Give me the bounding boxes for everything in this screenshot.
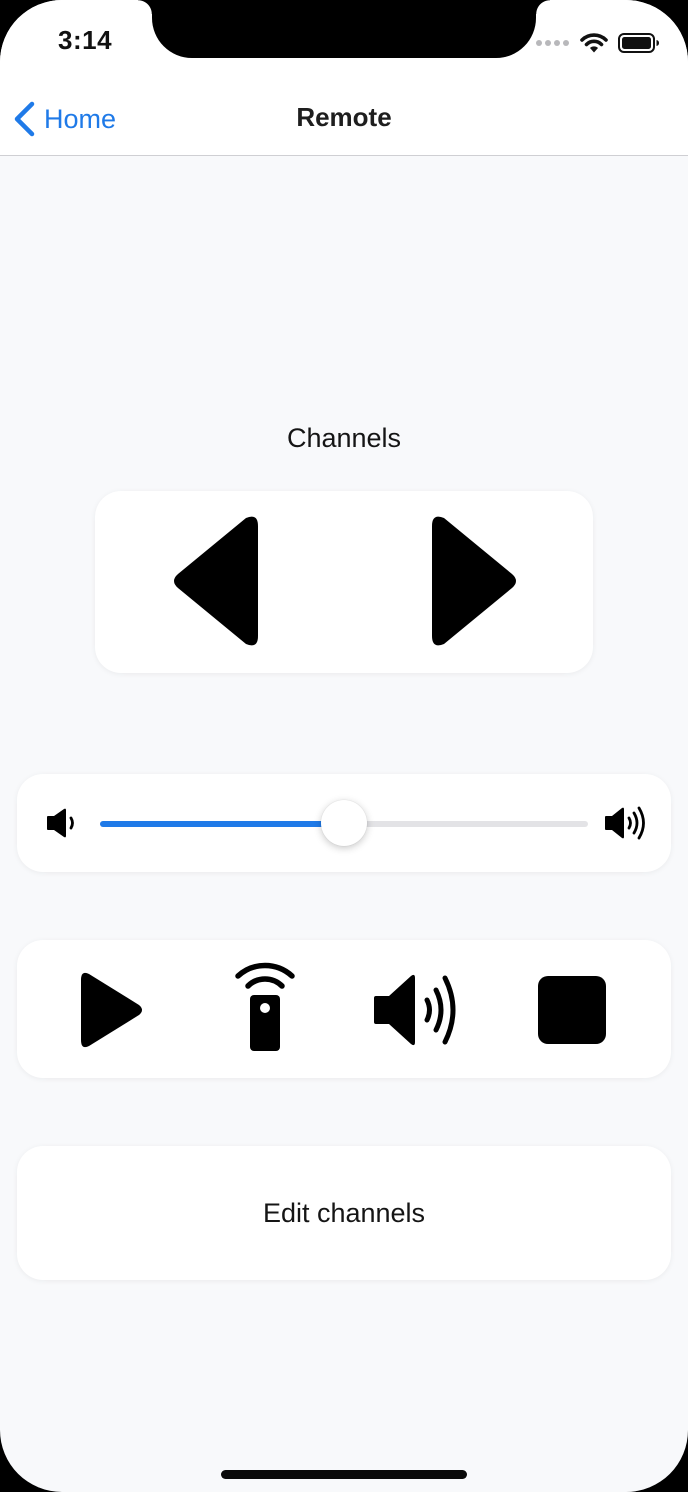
next-channel-button[interactable] xyxy=(425,511,525,651)
volume-slider-thumb[interactable] xyxy=(321,800,367,846)
wifi-icon xyxy=(580,33,608,53)
volume-slider-fill xyxy=(100,821,344,827)
channels-label: Channels xyxy=(286,423,402,453)
stop-button[interactable] xyxy=(527,965,617,1055)
speaker-low-icon xyxy=(47,808,74,838)
volume-slider[interactable] xyxy=(100,800,588,846)
remote-icon xyxy=(235,962,295,1051)
edit-channels-label: Edit channels xyxy=(262,1197,426,1228)
stop-icon xyxy=(538,976,606,1044)
chevron-left-icon xyxy=(14,101,35,137)
status-icons xyxy=(536,30,660,56)
previous-channel-icon xyxy=(174,516,258,646)
previous-channel-button[interactable] xyxy=(165,511,265,651)
navigation-header: 3:14 Home Remote xyxy=(0,0,688,156)
next-channel-icon xyxy=(432,516,516,646)
back-button[interactable]: Home xyxy=(12,98,116,140)
playback-controls-card xyxy=(17,940,671,1078)
remote-button[interactable] xyxy=(217,952,313,1062)
signal-icon xyxy=(536,40,569,46)
status-time: 3:14 xyxy=(58,25,113,55)
channels-card xyxy=(95,491,593,673)
back-button-label: Home xyxy=(44,103,117,134)
phone-screen: 3:14 Home Remote Channels Edit channels xyxy=(0,0,688,1492)
home-indicator[interactable] xyxy=(221,1470,467,1479)
volume-icon xyxy=(374,974,456,1046)
volume-card xyxy=(17,774,671,872)
play-button[interactable] xyxy=(67,960,157,1060)
volume-button[interactable] xyxy=(367,960,467,1060)
edit-channels-button[interactable]: Edit channels xyxy=(17,1146,671,1280)
play-icon xyxy=(81,972,142,1048)
battery-icon xyxy=(618,33,659,53)
speaker-high-icon xyxy=(605,806,645,840)
device-notch xyxy=(138,0,550,58)
